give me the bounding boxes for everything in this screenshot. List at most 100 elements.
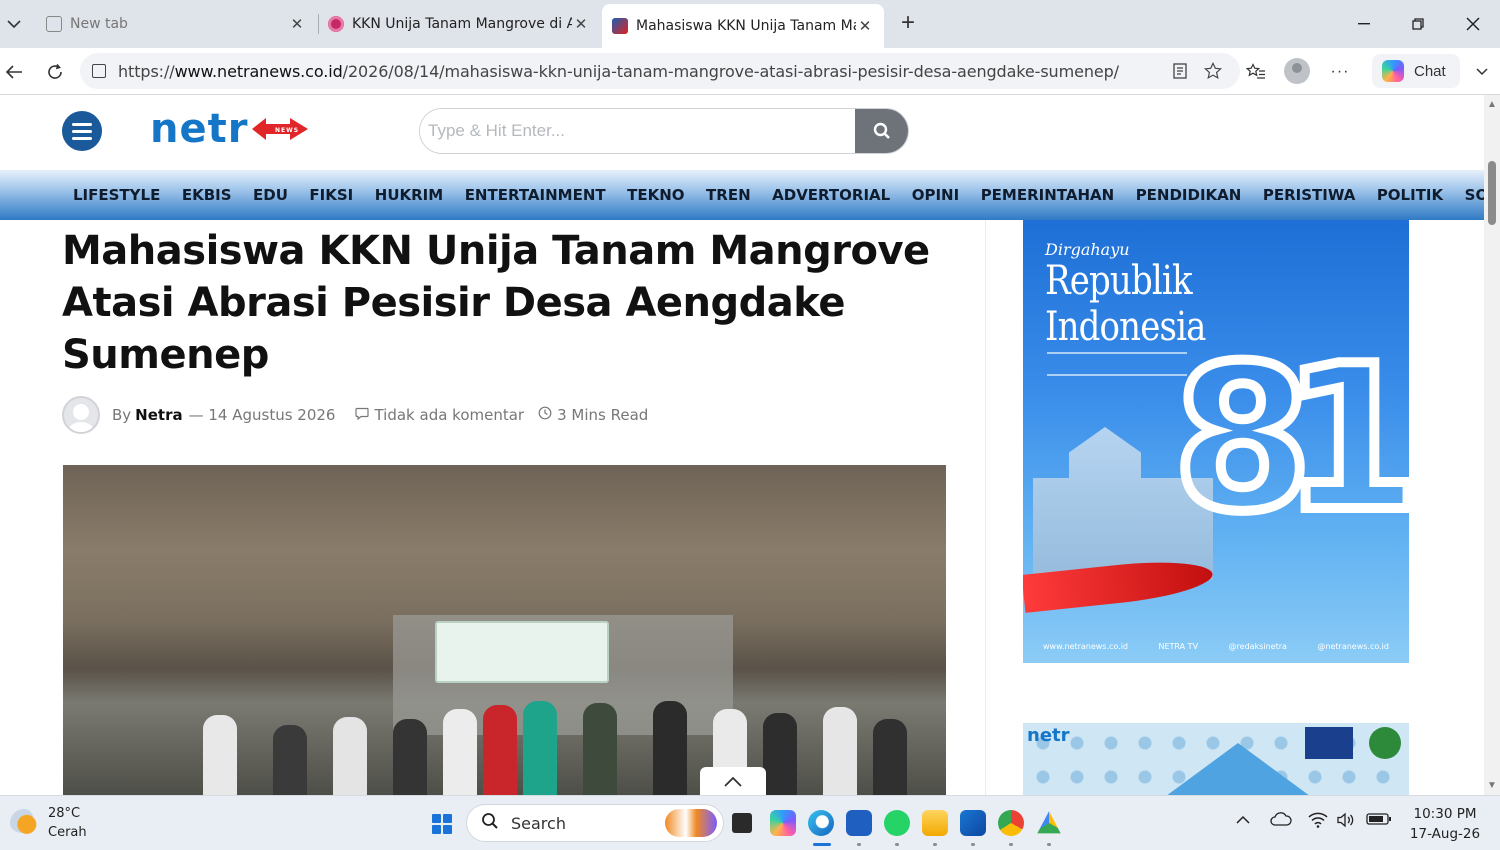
article-hero-image [63,465,946,795]
author-link[interactable]: Netra [135,406,182,424]
close-tab-icon[interactable]: ✕ [856,17,874,35]
author-avatar[interactable] [62,396,100,434]
url-host: www.netranews.co.id [174,61,343,81]
chevron-up-icon [1236,815,1250,824]
nav-item-entertainment[interactable]: ENTERTAINMENT [465,186,606,204]
refresh-button[interactable] [41,58,69,86]
nav-item-tren[interactable]: TREN [706,186,751,204]
nav-item-fiksi[interactable]: FIKSI [309,186,353,204]
ad-small-text-block [1047,352,1187,376]
web-page: netr NEWS LIFESTYLE EKBIS EDU FIKSI HUKR… [0,95,1484,795]
favorite-star-icon[interactable] [1203,61,1223,81]
close-icon [1466,17,1480,31]
hero-person [873,719,907,795]
sidebar-ad-independence-day[interactable]: Dirgahayu Republik Indonesia 81 www.netra… [1023,220,1409,663]
restore-button[interactable] [1396,8,1440,40]
volume-icon[interactable] [1336,812,1356,833]
windows-taskbar: 28°C Cerah Search 10:30 PM 17-Aug-26 [0,795,1500,850]
show-hidden-icons-button[interactable] [1236,812,1250,830]
tab-actions-menu[interactable] [0,6,28,42]
minimize-button[interactable] [1342,8,1386,40]
ad-footer-tv: NETRA TV [1158,642,1199,651]
tab-title: New tab [70,16,128,32]
nav-item-so[interactable]: SO [1465,186,1484,204]
comments-link[interactable]: Tidak ada komentar [374,406,524,424]
hero-person [823,707,857,795]
chevron-down-icon [7,20,21,29]
nav-item-politik[interactable]: POLITIK [1377,186,1443,204]
tab-kkn-unija[interactable]: KKN Unija Tanam Mangrove di Aer ✕ [318,6,600,42]
ad-footer-instagram: @netranews.co.id [1317,642,1389,651]
tab-new-tab[interactable]: New tab ✕ [36,6,316,42]
weather-widget[interactable]: 28°C Cerah [10,804,87,842]
profile-avatar-icon[interactable] [1284,58,1310,84]
nav-item-opini[interactable]: OPINI [912,186,959,204]
chrome-icon[interactable] [998,810,1024,836]
logo-arrow-icon: NEWS [252,118,309,140]
microsoft-store-icon[interactable] [846,810,872,836]
clock-date: 17-Aug-26 [1409,826,1481,842]
google-drive-icon[interactable] [1037,811,1061,834]
favorites-button[interactable] [1242,58,1270,86]
sidebar-ad-banner-2[interactable]: netr [1023,723,1409,795]
nav-item-tekno[interactable]: TEKNO [627,186,684,204]
sidebar-toggle-button[interactable] [1468,58,1496,86]
nav-item-edu[interactable]: EDU [253,186,288,204]
start-button[interactable] [432,814,452,834]
hero-person [203,715,237,795]
chevron-down-icon [1476,68,1488,76]
nav-item-ekbis[interactable]: EKBIS [182,186,232,204]
outlook-icon[interactable] [960,810,986,836]
chevron-up-icon [724,777,742,787]
ad-script-text: Dirgahayu [1045,240,1130,259]
tab-mahasiswa-kkn-active[interactable]: Mahasiswa KKN Unija Tanam Mang ✕ [602,4,884,48]
close-window-button[interactable] [1451,8,1495,40]
site-search-button[interactable] [855,109,908,153]
edge-active-indicator [813,843,831,846]
url-text[interactable]: https://www.netranews.co.id/2026/08/14/m… [118,62,1119,81]
close-tab-icon[interactable]: ✕ [288,15,306,33]
publish-date: — 14 Agustus 2026 [188,406,336,424]
wifi-icon[interactable] [1308,812,1328,833]
ad-footer-website: www.netranews.co.id [1043,642,1128,651]
site-search-input[interactable] [420,109,855,153]
onedrive-cloud-icon[interactable] [1270,812,1292,831]
weather-temperature: 28°C [48,806,81,821]
url-path: /2026/08/14/mahasiswa-kkn-unija-tanam-ma… [342,61,1119,81]
nav-item-peristiwa[interactable]: PERISTIWA [1263,186,1355,204]
back-button[interactable] [0,58,28,86]
close-tab-icon[interactable]: ✕ [572,15,590,33]
whatsapp-icon[interactable] [884,810,910,836]
reader-mode-icon[interactable] [1170,61,1190,81]
copilot-app-icon[interactable] [770,810,796,836]
scroll-down-arrow-icon[interactable]: ▼ [1487,780,1497,791]
task-view-icon[interactable] [732,813,752,833]
new-tab-button[interactable]: + [896,10,920,38]
nav-item-advertorial[interactable]: ADVERTORIAL [772,186,890,204]
nav-item-lifestyle[interactable]: LIFESTYLE [73,186,160,204]
hero-person [653,701,687,795]
address-bar[interactable]: https://www.netranews.co.id/2026/08/14/m… [80,53,1240,89]
lock-icon[interactable] [92,64,106,78]
more-options-button[interactable]: ··· [1326,58,1354,86]
logo-sub-text: NEWS [275,127,299,134]
page-scrollbar[interactable]: ▲ ▼ [1484,95,1500,795]
nav-item-hukrim[interactable]: HUKRIM [375,186,443,204]
scroll-to-top-button[interactable] [700,767,766,795]
search-highlight-icon [665,809,717,837]
nav-item-pendidikan[interactable]: PENDIDIKAN [1136,186,1242,204]
battery-icon[interactable] [1366,812,1392,831]
site-favicon-icon [328,16,344,32]
nav-item-pemerintahan[interactable]: PEMERINTAHAN [981,186,1115,204]
scroll-up-arrow-icon[interactable]: ▲ [1487,99,1497,110]
scrollbar-thumb[interactable] [1488,161,1496,225]
hamburger-menu-button[interactable] [62,111,102,151]
site-logo[interactable]: netr NEWS [150,106,320,152]
copilot-chat-button[interactable]: Chat [1372,54,1460,88]
system-clock[interactable]: 10:30 PM 17-Aug-26 [1400,804,1490,844]
file-explorer-icon[interactable] [922,810,948,836]
app-running-indicator [971,843,975,846]
site-search [419,108,909,154]
taskbar-search[interactable]: Search [466,804,724,842]
edge-browser-icon[interactable] [808,810,834,836]
